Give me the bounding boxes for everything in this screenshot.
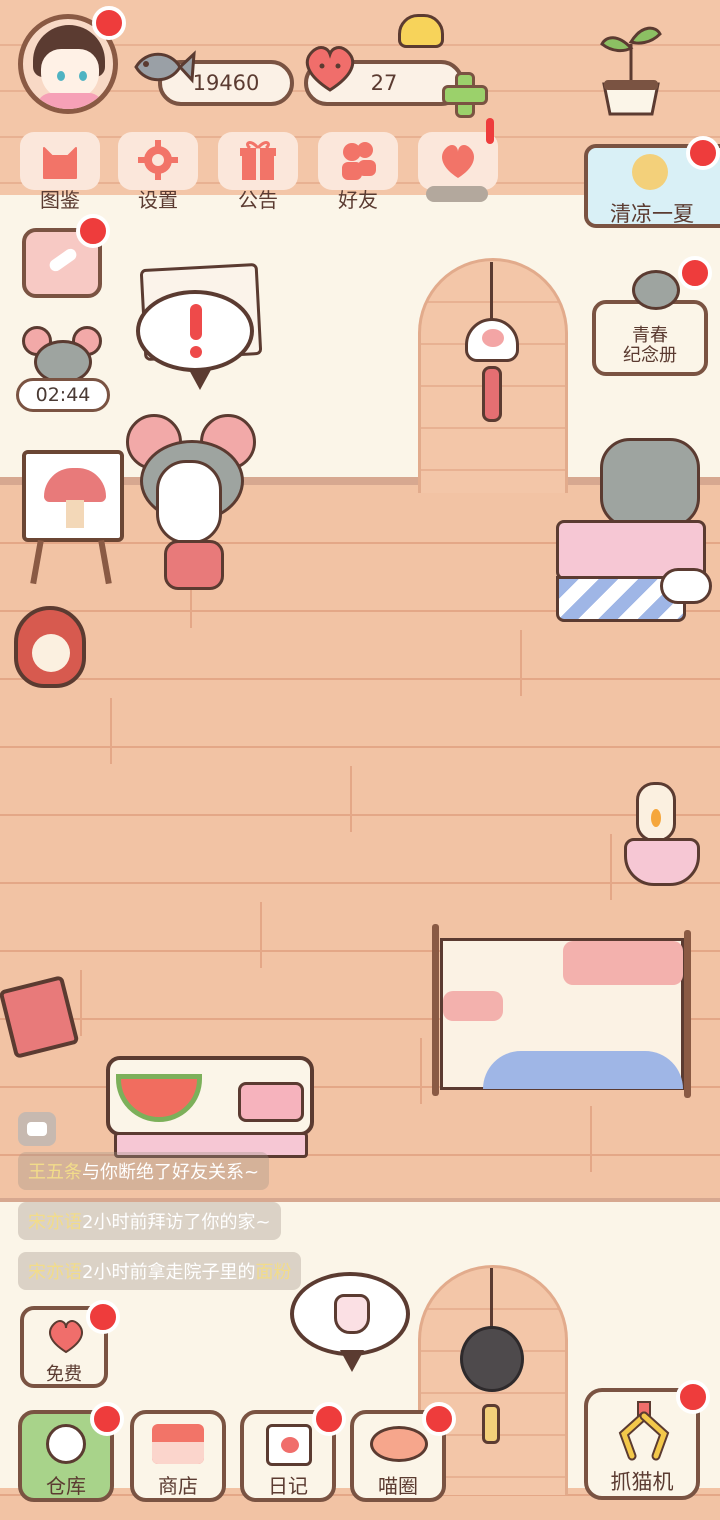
notification-badge (422, 1402, 456, 1436)
heart-broken-icon (442, 145, 474, 178)
notification-badge (76, 214, 110, 248)
feed-username[interactable]: 宋亦语 (28, 1208, 82, 1234)
gear-icon (138, 140, 178, 180)
feed-item-name: 面粉 (255, 1262, 292, 1283)
free-gift-label: 免费 (46, 1364, 82, 1385)
cake-icon (238, 1082, 304, 1122)
floor-seam (260, 902, 262, 968)
screen-pole (684, 930, 691, 1098)
floor-seam (420, 1038, 422, 1104)
shop-icon (152, 1424, 204, 1464)
screen-pole (432, 924, 439, 1096)
feed-username[interactable]: 王五条 (28, 1158, 82, 1184)
alert-mark-icon (486, 118, 494, 144)
heart-chat-icon (27, 1122, 47, 1136)
warehouse-icon (46, 1424, 86, 1464)
menu-settings-label: 设置 (138, 188, 178, 212)
sprout-pot-icon[interactable] (598, 14, 664, 118)
youth-memorial-label: 青春 纪念册 (623, 325, 677, 366)
menu-settings[interactable]: 设置 (118, 132, 198, 212)
floor-seam (80, 970, 82, 1036)
sleeping-mouse[interactable] (600, 438, 700, 528)
bubble-tail (188, 368, 212, 390)
snack-table[interactable] (106, 1056, 314, 1136)
sailor-cat-icon (632, 270, 680, 310)
notification-badge (676, 1380, 710, 1414)
easel-painting[interactable] (22, 450, 124, 542)
fish-icon (134, 50, 196, 84)
menu-friends-label: 好友 (338, 188, 378, 212)
menu-collection-label: 图鉴 (40, 188, 80, 212)
chat-toggle-button[interactable] (18, 1112, 56, 1146)
shop-button[interactable]: 商店 (130, 1410, 226, 1502)
menu-friends[interactable]: 好友 (318, 132, 398, 212)
chime-string (490, 262, 493, 322)
cat-circle-label: 喵圈 (378, 1474, 418, 1498)
chime-string (490, 1268, 493, 1328)
planet-cat-icon (370, 1426, 428, 1462)
warehouse-label: 仓库 (46, 1474, 86, 1498)
cat-head-icon (43, 147, 77, 179)
feed-text: 与你断绝了好友关系~ (82, 1162, 260, 1183)
diary-label: 日记 (268, 1474, 308, 1498)
heart-count: 27 (370, 71, 398, 95)
crow-ornament[interactable] (460, 1326, 524, 1392)
feed-message: 王五条 与你断绝了好友关系~ (18, 1152, 270, 1190)
heart-icon (306, 46, 354, 92)
candy-icon (660, 568, 712, 604)
feed-message: 宋亦语 2小时前拿走院子里的 面粉 (18, 1252, 302, 1290)
notification-badge (678, 256, 712, 290)
notification-badge (92, 6, 126, 40)
exclamation-icon (190, 304, 202, 340)
menu-heart-events[interactable] (418, 118, 498, 212)
menu-announcement[interactable]: 公告 (218, 132, 298, 212)
menu-announcement-label: 公告 (238, 188, 278, 212)
hand-icon (334, 1294, 370, 1334)
folding-screen[interactable] (440, 938, 684, 1090)
feed-username[interactable]: 宋亦语 (28, 1258, 82, 1284)
youth-memorial-button[interactable]: 青春 纪念册 (592, 270, 708, 376)
floor-seam (590, 1106, 592, 1172)
oil-lamp[interactable] (636, 782, 676, 842)
fish-count: 19460 (192, 71, 260, 95)
claw-icon (618, 1401, 670, 1461)
pencil-icon (47, 246, 79, 274)
event-timer: 02:44 (16, 378, 110, 412)
floor-seam (610, 834, 612, 900)
tulip-decoration (398, 14, 444, 48)
floor-seam (520, 630, 522, 696)
bunny-character[interactable] (156, 460, 222, 544)
heart-icon (49, 1320, 83, 1354)
notification-badge (686, 136, 720, 170)
menu-collection[interactable]: 图鉴 (20, 132, 100, 212)
notification-badge (312, 1402, 346, 1436)
hand-wave-bubble[interactable] (290, 1272, 410, 1356)
shop-label: 商店 (158, 1474, 198, 1498)
exclamation-dot (190, 346, 202, 358)
chime-tag (482, 1404, 500, 1444)
gift-icon (240, 141, 276, 180)
floor-seam (110, 698, 112, 764)
feed-text: 2小时前拿走院子里的 (82, 1262, 256, 1283)
notification-badge (90, 1402, 124, 1436)
add-heart-button[interactable] (440, 70, 488, 118)
friends-icon (342, 142, 376, 180)
exclamation-bubble[interactable] (136, 290, 254, 372)
owl-daruma[interactable] (14, 606, 86, 688)
summer-event-label: 清凉一夏 (610, 202, 694, 226)
lamp-cup (624, 838, 700, 886)
feed-message: 宋亦语 2小时前拜访了你的家~ (18, 1202, 281, 1240)
diary-icon (266, 1424, 312, 1466)
bubble-tail (340, 1350, 364, 1372)
floor-seam (350, 766, 352, 832)
beach-ball-icon (632, 154, 668, 190)
feed-text: 2小时前拜访了你的家~ (82, 1212, 271, 1233)
mouse-timer-icon (22, 326, 104, 386)
menu-loading-bar (426, 186, 488, 202)
chime-tag (482, 366, 502, 422)
claw-machine-label: 抓猫机 (610, 1470, 674, 1494)
watermelon-icon (116, 1074, 202, 1122)
bunny-dress (164, 540, 224, 590)
notification-badge (86, 1300, 120, 1334)
